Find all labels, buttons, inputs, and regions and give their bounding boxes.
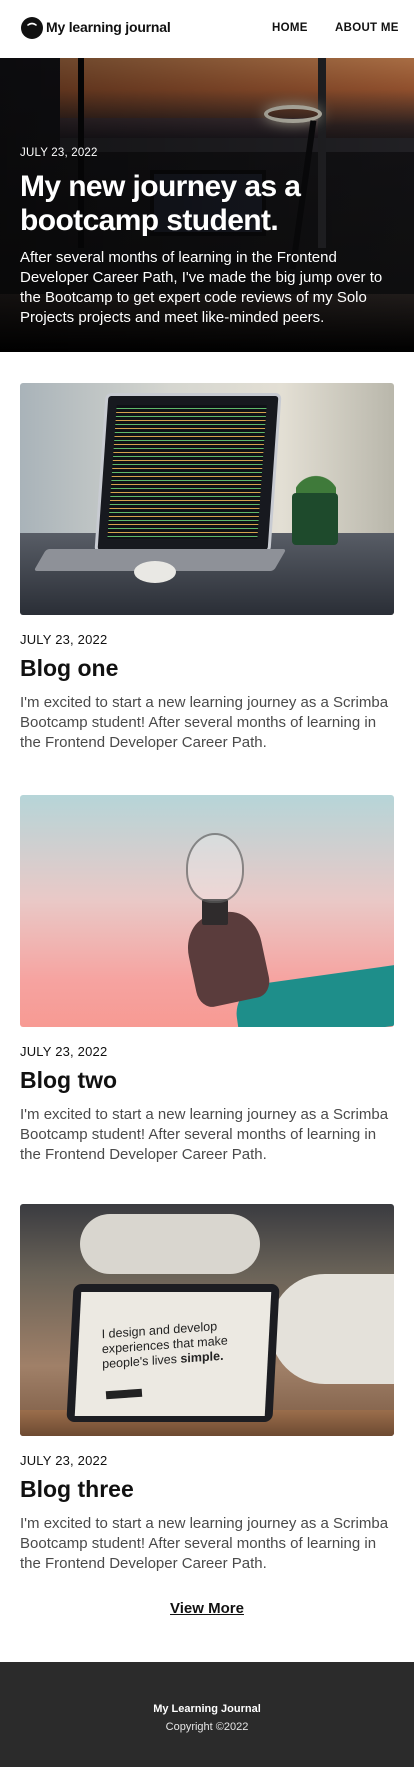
blog-post-excerpt: I'm excited to start a new learning jour… [20, 1106, 389, 1163]
site-footer: My Learning Journal Copyright ©2022 [0, 1662, 414, 1767]
site-brand[interactable]: My learning journal [46, 19, 171, 35]
blog-post-date: JULY 23, 2022 [20, 632, 108, 647]
view-more-link[interactable]: View More [0, 1600, 414, 1617]
hero-summary: After several months of learning in the … [20, 249, 383, 326]
blog-post-image[interactable] [20, 795, 394, 1027]
blog-post-excerpt: I'm excited to start a new learning jour… [20, 1515, 389, 1572]
image-plant-pot [292, 493, 338, 545]
blog-post-image[interactable] [20, 383, 394, 615]
chat-bubble-icon[interactable] [20, 16, 44, 40]
nav-about-link[interactable]: ABOUT ME [335, 22, 399, 34]
image-lightbulb [186, 833, 244, 903]
blog-post-title[interactable]: Blog two [20, 1067, 117, 1094]
nav-home-link[interactable]: HOME [272, 22, 308, 34]
blog-post-date: JULY 23, 2022 [20, 1044, 108, 1059]
blog-post-date: JULY 23, 2022 [20, 1453, 108, 1468]
image-screen-bold: simple. [180, 1348, 224, 1366]
image-code-screen [107, 405, 267, 539]
site-header: My learning journal HOME ABOUT ME [0, 0, 414, 58]
blog-post-title[interactable]: Blog one [20, 655, 118, 682]
footer-copyright: Copyright ©2022 [165, 1721, 249, 1733]
footer-brand: My Learning Journal [153, 1703, 261, 1715]
blog-post-title[interactable]: Blog three [20, 1476, 134, 1503]
blog-post-image[interactable]: I design and develop experiences that ma… [20, 1204, 394, 1436]
hero-date: JULY 23, 2022 [20, 147, 98, 159]
image-chair [80, 1214, 260, 1274]
hero-title[interactable]: My new journey as a bootcamp student. [20, 170, 360, 238]
image-mouse [134, 561, 176, 583]
blog-post-excerpt: I'm excited to start a new learning jour… [20, 694, 389, 751]
image-chair [270, 1274, 394, 1384]
